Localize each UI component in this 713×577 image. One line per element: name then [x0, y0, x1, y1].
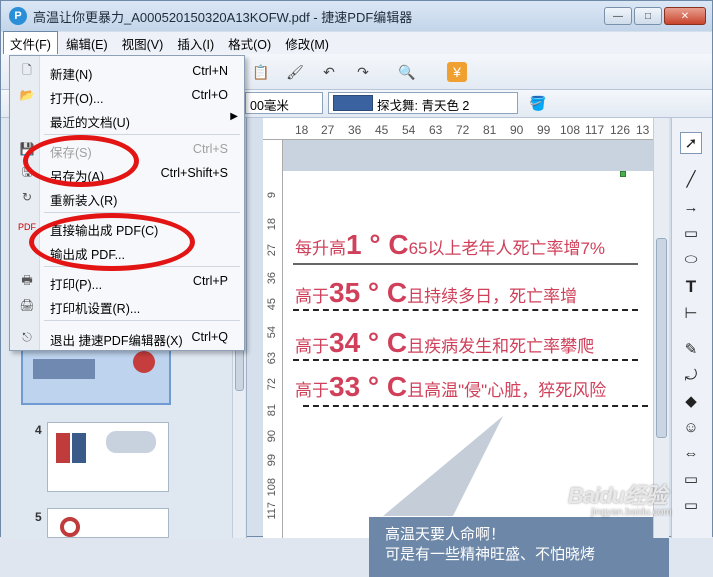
yen-icon[interactable]: ¥ — [447, 62, 467, 82]
doc-underline — [303, 405, 648, 407]
thumbnail-number: 4 — [35, 423, 42, 437]
print-icon: 🖶 — [21, 272, 33, 287]
callout-line-2: 可是有一些精神旺盛、不怕晓烤 — [385, 546, 596, 563]
file-menu-dropdown: 🗋 新建(N) Ctrl+N 📂 打开(O)... Ctrl+O 最近的文档(U) ▶… — [9, 55, 245, 351]
thumbnail-page-4[interactable] — [47, 422, 169, 492]
menu-item-reload[interactable]: ↻ 重新装入(R) — [10, 186, 244, 208]
thumbnail-scrollbar[interactable] — [232, 331, 245, 538]
block-arrow-tool-icon[interactable]: ⇔ — [680, 442, 702, 464]
symbol-tool-icon[interactable]: ☺ — [680, 416, 702, 438]
select-tool-icon[interactable]: ➚ — [680, 132, 702, 154]
callout-pointer — [383, 416, 503, 516]
menu-item-print[interactable]: 🖶 打印(P)... Ctrl+P — [10, 270, 244, 293]
close-button[interactable]: ✕ — [664, 7, 706, 25]
exit-icon: ⎋ — [22, 329, 32, 344]
new-file-icon: 🗋 — [22, 62, 32, 77]
callout-box: 高温天要人命啊！ 可是有一些精神旺盛、不怕晓烤 — [369, 517, 669, 577]
doc-line-1: 每升高1 ° C65以上老年人死亡率增7% — [295, 229, 606, 260]
document-scrollbar[interactable] — [653, 118, 669, 538]
doc-underline — [293, 359, 638, 361]
title-bar: P 高温让你更暴力_A000520150320A13KOFW.pdf - 捷速P… — [1, 1, 712, 31]
watermark-logo: Baidu经验 — [568, 483, 667, 508]
line-width-field[interactable]: 00毫米 — [245, 92, 323, 114]
minimize-button[interactable]: — — [604, 7, 632, 25]
tools-panel: ➚ ╱ → ▭ ⬭ T ⊢ ✎ ⤾ ◆ ☺ ⇔ ▭ ▭ — [671, 118, 712, 538]
zoom-icon[interactable]: 🔍 — [397, 62, 417, 82]
open-folder-icon: 📂 — [19, 88, 35, 102]
reload-icon: ↻ — [21, 190, 33, 204]
highlight-oval — [23, 135, 139, 187]
freehand-tool-icon[interactable]: ✎ — [680, 338, 702, 360]
highlight-oval — [29, 213, 195, 271]
menu-item-open[interactable]: 📂 打开(O)... Ctrl+O — [10, 84, 244, 106]
printer-settings-icon: 🖨 — [19, 298, 35, 312]
selection-handle[interactable] — [620, 171, 626, 177]
line-tool-icon[interactable]: ╱ — [680, 168, 702, 190]
text-tool-icon[interactable]: T — [680, 276, 702, 298]
undo-icon[interactable]: ↶ — [319, 62, 339, 82]
window-title: 高温让你更暴力_A000520150320A13KOFW.pdf - 捷速PDF… — [33, 9, 413, 25]
callout-line-1: 高温天要人命啊！ — [385, 526, 506, 543]
menu-file[interactable]: 文件(F) — [3, 30, 58, 56]
menu-item-printer-settings[interactable]: 🖨 打印机设置(R)... — [10, 294, 244, 316]
menu-modify[interactable]: 修改(M) — [279, 32, 335, 55]
maximize-button[interactable]: □ — [634, 7, 662, 25]
arrow-tool-icon[interactable]: → — [680, 196, 702, 218]
dimension-tool-icon[interactable]: ⊢ — [680, 302, 702, 324]
app-icon: P — [9, 7, 27, 25]
vertical-ruler: 9 18 27 36 45 54 63 72 81 90 99 108 117 — [263, 140, 283, 538]
doc-underline — [293, 309, 638, 311]
doc-line-4: 高于33 ° C且高温"侵"心脏，猝死风险 — [295, 371, 607, 402]
menu-edit[interactable]: 编辑(E) — [60, 32, 114, 55]
doc-line-3: 高于34 ° C且疾病发生和死亡率攀爬 — [295, 327, 595, 358]
callout-tool-icon[interactable]: ▭ — [680, 494, 702, 516]
menu-insert[interactable]: 插入(I) — [171, 32, 220, 55]
watermark-url: jingyan.baidu.com — [591, 507, 672, 518]
format-painter-icon[interactable]: 🖌 — [285, 62, 305, 82]
submenu-arrow-icon: ▶ — [230, 111, 238, 122]
fill-bucket-icon[interactable]: 🪣 — [528, 93, 548, 113]
flowchart-tool-icon[interactable]: ▭ — [680, 468, 702, 490]
horizontal-ruler: 18 27 36 45 54 63 72 81 90 99 108 117 12… — [263, 118, 661, 140]
menu-item-recent[interactable]: 最近的文档(U) ▶ — [10, 108, 244, 130]
redo-icon[interactable]: ↷ — [353, 62, 373, 82]
menu-item-new[interactable]: 🗋 新建(N) Ctrl+N — [10, 60, 244, 83]
shapes-tool-icon[interactable]: ◆ — [680, 390, 702, 412]
paste-icon[interactable]: 📋 — [251, 62, 271, 82]
doc-underline — [293, 263, 638, 265]
thumbnail-page-5[interactable] — [47, 508, 169, 538]
fill-color-swatch — [333, 95, 373, 111]
menu-item-exit[interactable]: ⎋ 退出 捷速PDF编辑器(X) Ctrl+Q — [10, 326, 244, 349]
ellipse-tool-icon[interactable]: ⬭ — [680, 248, 702, 270]
thumbnail-page-3[interactable] — [21, 343, 171, 405]
app-window: P 高温让你更暴力_A000520150320A13KOFW.pdf - 捷速P… — [0, 0, 713, 577]
menu-format[interactable]: 格式(O) — [222, 32, 277, 55]
menu-view[interactable]: 视图(V) — [116, 32, 170, 55]
thumbnail-number: 5 — [35, 510, 42, 524]
curve-tool-icon[interactable]: ⤾ — [680, 364, 702, 386]
menu-bar: 文件(F) 编辑(E) 视图(V) 插入(I) 格式(O) 修改(M) — [1, 30, 712, 56]
doc-line-2: 高于35 ° C且持续多日，死亡率增 — [295, 277, 578, 308]
rectangle-tool-icon[interactable]: ▭ — [680, 222, 702, 244]
